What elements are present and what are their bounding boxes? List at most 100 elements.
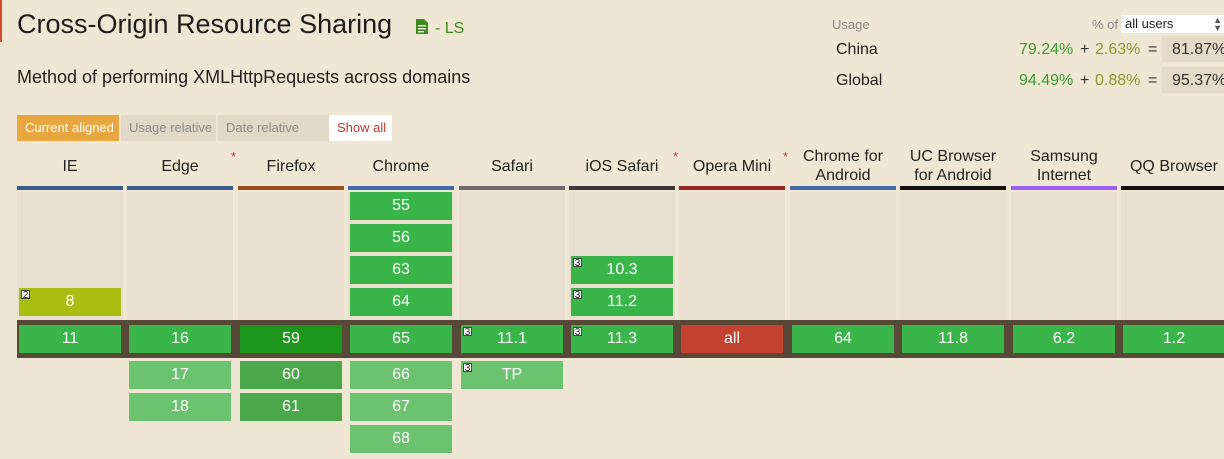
browser-color-bar bbox=[127, 186, 233, 190]
browser-color-bar bbox=[900, 186, 1006, 190]
column-background bbox=[790, 192, 896, 320]
usage-full: 94.49% bbox=[1019, 72, 1074, 89]
version-cell[interactable]: 63 bbox=[350, 256, 452, 284]
spec-status-link[interactable]: - LS bbox=[435, 20, 464, 38]
version-label: 18 bbox=[171, 398, 189, 415]
version-label: 63 bbox=[392, 261, 410, 278]
usage-relative-button[interactable]: Usage relative bbox=[121, 115, 216, 141]
browser-color-bar bbox=[1011, 186, 1117, 190]
version-label: 56 bbox=[392, 229, 410, 246]
asterisk-mark: * bbox=[783, 149, 789, 164]
browser-color-bar bbox=[679, 186, 785, 190]
users-select[interactable]: all users ▲ ▼ bbox=[1121, 15, 1224, 33]
browser-header: Edge bbox=[127, 146, 233, 186]
usage-plus: + bbox=[1080, 72, 1090, 89]
browser-color-bar bbox=[17, 186, 123, 190]
browser-name: Edge bbox=[161, 157, 199, 175]
browser-name: IE bbox=[62, 157, 78, 175]
feature-title: Cross-Origin Resource Sharing bbox=[17, 9, 393, 39]
version-label: TP bbox=[501, 366, 523, 383]
note-badge: 3 bbox=[463, 363, 472, 374]
asterisk-mark: * bbox=[231, 149, 237, 164]
usage-label: Usage bbox=[832, 17, 870, 32]
browser-color-bar bbox=[459, 186, 565, 190]
version-cell[interactable]: 11.1 3 bbox=[461, 325, 563, 353]
version-cell[interactable]: 66 bbox=[350, 361, 452, 389]
usage-partial: 0.88% bbox=[1095, 72, 1141, 89]
column-background bbox=[1121, 192, 1224, 320]
version-label: 6.2 bbox=[1052, 330, 1076, 347]
browser-header: QQ Browser bbox=[1121, 146, 1224, 186]
column-background bbox=[900, 192, 1006, 320]
browser-header: Safari bbox=[459, 146, 565, 186]
browser-header: Chrome bbox=[348, 146, 454, 186]
version-label: 60 bbox=[282, 366, 300, 383]
version-cell[interactable]: 65 bbox=[350, 325, 452, 353]
version-cell[interactable]: all bbox=[681, 325, 783, 353]
version-cell[interactable]: 16 bbox=[129, 325, 231, 353]
usage-equals: = bbox=[1148, 41, 1158, 58]
version-label: 11.1 bbox=[497, 330, 527, 347]
version-cell[interactable]: 10.3 3 bbox=[571, 256, 673, 284]
version-cell[interactable]: 11 bbox=[19, 325, 121, 353]
version-label: 61 bbox=[282, 398, 300, 415]
version-label: all bbox=[723, 330, 740, 347]
browser-name: UC Browser for Android bbox=[909, 148, 997, 184]
version-cell[interactable]: 18 bbox=[129, 393, 231, 421]
usage-partial: 2.63% bbox=[1095, 41, 1141, 58]
version-label: 17 bbox=[171, 366, 189, 383]
version-cell[interactable]: 1.2 bbox=[1123, 325, 1224, 353]
note-badge: 3 bbox=[573, 290, 582, 301]
note-badge: 3 bbox=[463, 327, 472, 338]
version-cell[interactable]: 11.8 bbox=[902, 325, 1004, 353]
version-label: 1.2 bbox=[1162, 330, 1186, 347]
version-label: 11.3 bbox=[607, 330, 637, 347]
version-cell[interactable]: 17 bbox=[129, 361, 231, 389]
column-background bbox=[127, 192, 233, 320]
version-label: 11.8 bbox=[938, 330, 968, 347]
version-cell[interactable]: 68 bbox=[350, 425, 452, 453]
version-cell[interactable]: 60 bbox=[240, 361, 342, 389]
asterisk-mark: * bbox=[673, 149, 679, 164]
usage-region: Global bbox=[836, 72, 883, 89]
column-background bbox=[1011, 192, 1117, 320]
browser-name: Safari bbox=[491, 157, 533, 175]
date-relative-button[interactable]: Date relative bbox=[218, 115, 330, 141]
current-aligned-button[interactable]: Current aligned bbox=[17, 115, 119, 141]
version-cell[interactable]: TP 3 bbox=[461, 361, 563, 389]
browser-name: QQ Browser bbox=[1129, 157, 1218, 175]
column-background bbox=[238, 192, 344, 320]
usage-plus: + bbox=[1080, 41, 1090, 58]
browser-color-bar bbox=[569, 186, 675, 190]
version-cell[interactable]: 11.3 3 bbox=[571, 325, 673, 353]
version-cell[interactable]: 64 bbox=[792, 325, 894, 353]
feature-description: Method of performing XMLHttpRequests acr… bbox=[17, 67, 471, 87]
browser-color-bar bbox=[238, 186, 344, 190]
version-cell[interactable]: 82 bbox=[19, 288, 121, 316]
select-arrows-icon: ▲ ▼ bbox=[1213, 15, 1222, 33]
note-badge: 3 bbox=[573, 258, 582, 269]
browser-name: Opera Mini bbox=[692, 157, 772, 175]
version-cell[interactable]: 64 bbox=[350, 288, 452, 316]
show-all-button[interactable]: Show all bbox=[329, 115, 392, 141]
version-cell[interactable]: 59 bbox=[240, 325, 342, 353]
version-cell[interactable]: 56 bbox=[350, 224, 452, 252]
version-cell[interactable]: 67 bbox=[350, 393, 452, 421]
usage-equals: = bbox=[1148, 72, 1158, 89]
percent-of-label: % of bbox=[1092, 17, 1119, 32]
note-badge: 3 bbox=[573, 327, 582, 338]
version-cell[interactable]: 11.2 3 bbox=[571, 288, 673, 316]
browser-color-bar bbox=[790, 186, 896, 190]
usage-full: 79.24% bbox=[1019, 41, 1074, 58]
version-label: 66 bbox=[392, 366, 410, 383]
browser-name: Samsung Internet bbox=[1030, 148, 1098, 184]
browser-name: iOS Safari bbox=[585, 157, 659, 175]
browser-color-bar bbox=[348, 186, 454, 190]
browser-color-bar bbox=[1121, 186, 1224, 190]
version-cell[interactable]: 61 bbox=[240, 393, 342, 421]
version-cell[interactable]: 6.2 bbox=[1013, 325, 1115, 353]
version-cell[interactable]: 55 bbox=[350, 192, 452, 220]
usage-total: 81.87% bbox=[1162, 36, 1224, 62]
usage-region: China bbox=[836, 41, 878, 58]
browser-header: Samsung Internet bbox=[1011, 146, 1117, 186]
